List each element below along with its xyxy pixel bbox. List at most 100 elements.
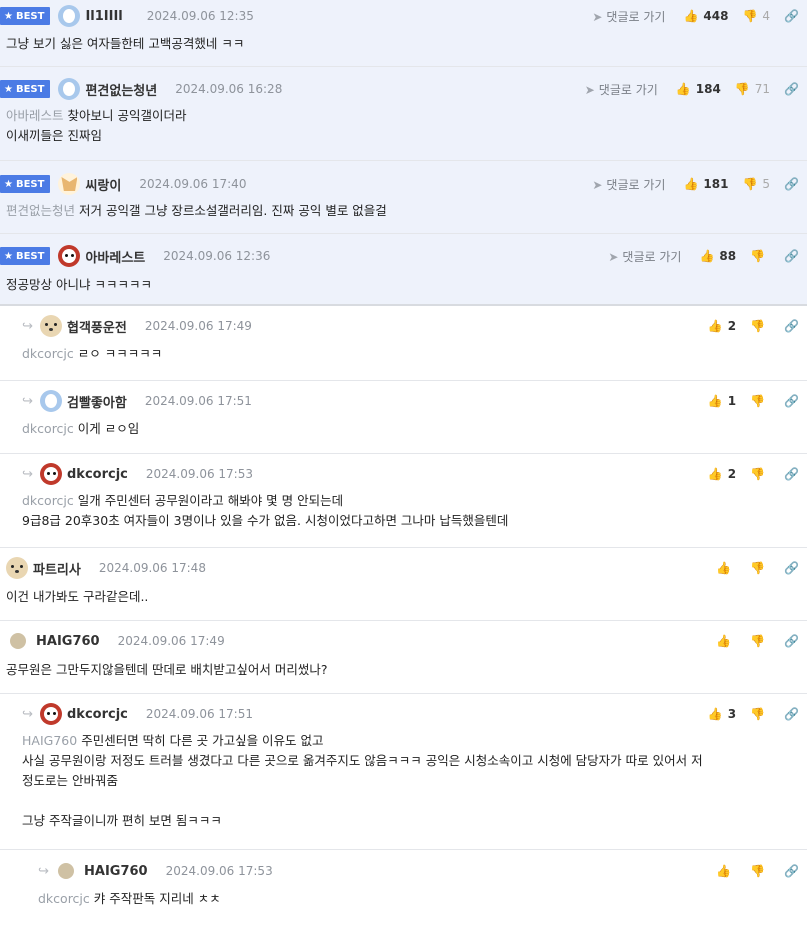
upvote-button[interactable]: 👍 xyxy=(716,864,736,878)
upvote-button[interactable]: 👍 3 xyxy=(708,707,736,721)
mention-link[interactable]: HAIG760 xyxy=(22,733,77,748)
avatar[interactable] xyxy=(58,78,81,100)
goto-comment-link[interactable]: ➤ 댓글로 가기 xyxy=(592,8,665,25)
link-icon[interactable]: 🔗 xyxy=(784,707,799,721)
goto-comment-link[interactable]: ➤ 댓글로 가기 xyxy=(608,248,681,265)
comment-body: dkcorcjc 이게 ㄹㅇ임 xyxy=(22,419,807,439)
mention-link[interactable]: 아바레스트 xyxy=(6,108,64,123)
thumbs-up-icon: 👍 xyxy=(675,82,691,96)
downvote-button[interactable]: 👎 xyxy=(750,394,770,408)
upvote-button[interactable]: 👍 2 xyxy=(708,319,736,333)
mention-link[interactable]: dkcorcjc xyxy=(22,493,74,508)
upvote-button[interactable]: 👍 xyxy=(716,634,736,648)
avatar[interactable] xyxy=(40,463,62,485)
comment-text: 편견없는청년 저거 공익갤 그냥 장르소설갤러리임. 진짜 공익 별로 없을걸 xyxy=(6,201,789,221)
downvote-button[interactable]: 👎 xyxy=(750,319,770,333)
downvote-count: 4 xyxy=(762,9,771,23)
downvote-button[interactable]: 👎 xyxy=(750,634,770,648)
upvote-button[interactable]: 👍 448 xyxy=(683,9,728,23)
mention-link[interactable]: dkcorcjc xyxy=(22,421,74,436)
link-icon[interactable]: 🔗 xyxy=(784,249,799,263)
avatar[interactable] xyxy=(58,5,81,27)
comment-text-line: 9급8급 20후30초 여자들이 3명이나 있을 수가 없음. 시청이었다고하면… xyxy=(22,513,509,528)
downvote-button[interactable]: 👎 xyxy=(750,467,770,481)
downvote-button[interactable]: 👎 xyxy=(750,864,770,878)
upvote-count: 448 xyxy=(703,9,729,23)
comment-actions: 👍 2 👎 🔗 xyxy=(708,467,799,481)
downvote-button[interactable]: 👎 4 xyxy=(742,9,770,23)
upvote-button[interactable]: 👍 184 xyxy=(676,82,721,96)
avatar[interactable] xyxy=(6,557,28,579)
author-nickname[interactable]: HAIG760 xyxy=(84,864,148,879)
author-nickname[interactable]: 편견없는청년 xyxy=(85,80,157,99)
mention-link[interactable]: 편견없는청년 xyxy=(6,203,75,218)
link-icon[interactable]: 🔗 xyxy=(784,561,799,575)
author-nickname[interactable]: 씨랑이 xyxy=(85,175,121,194)
author-nickname[interactable]: Il1IIIl xyxy=(85,9,122,24)
author-nickname[interactable]: 아바레스트 xyxy=(85,247,145,266)
goto-comment-link[interactable]: ➤ 댓글로 가기 xyxy=(585,81,658,98)
thumbs-down-icon: 👎 xyxy=(750,319,766,333)
upvote-button[interactable]: 👍 181 xyxy=(683,177,728,191)
send-arrow-icon: ➤ xyxy=(592,9,603,24)
avatar[interactable] xyxy=(10,633,26,649)
comment-header: ↪ 검빨좋아함 2024.09.06 17:51 👍 1 👎 🔗 xyxy=(22,390,807,412)
downvote-button[interactable]: 👎 xyxy=(750,561,770,575)
best-label: BEST xyxy=(15,250,45,262)
mention-link[interactable]: dkcorcjc xyxy=(38,891,90,906)
upvote-button[interactable]: 👍 2 xyxy=(708,467,736,481)
author-nickname[interactable]: HAIG760 xyxy=(36,634,100,649)
comment-actions: 👍 3 👎 🔗 xyxy=(708,707,799,721)
avatar[interactable] xyxy=(58,863,74,879)
send-arrow-icon: ➤ xyxy=(608,249,619,264)
comment-header: ↪ dkcorcjc 2024.09.06 17:51 👍 3 👎 🔗 xyxy=(22,703,807,725)
comment-actions: ➤ 댓글로 가기 👍 448 👎 4 🔗 xyxy=(592,8,799,25)
author-nickname[interactable]: 협객풍운전 xyxy=(67,317,127,336)
thumbs-down-icon: 👎 xyxy=(734,82,750,96)
downvote-button[interactable]: 👎 71 xyxy=(735,82,770,96)
comment-text-line: 일개 주민센터 공무원이라고 해봐야 몇 명 안되는데 xyxy=(77,493,344,508)
upvote-button[interactable]: 👍 88 xyxy=(699,249,736,263)
thumbs-down-icon: 👎 xyxy=(750,467,766,481)
link-icon[interactable]: 🔗 xyxy=(784,467,799,481)
comment-item: ↪ 검빨좋아함 2024.09.06 17:51 👍 1 👎 🔗 dkcorcjc… xyxy=(0,381,807,454)
author-nickname[interactable]: dkcorcjc xyxy=(67,467,128,482)
avatar[interactable] xyxy=(40,390,62,412)
downvote-button[interactable]: 👎 5 xyxy=(742,177,770,191)
avatar[interactable] xyxy=(58,173,81,195)
link-icon[interactable]: 🔗 xyxy=(784,177,799,191)
avatar[interactable] xyxy=(40,315,62,337)
upvote-button[interactable]: 👍 xyxy=(716,561,736,575)
avatar[interactable] xyxy=(40,703,62,725)
comment-text: dkcorcjc ㄹㅇ ㅋㅋㅋㅋㅋ xyxy=(22,344,789,364)
link-icon[interactable]: 🔗 xyxy=(784,394,799,408)
goto-comment-link[interactable]: ➤ 댓글로 가기 xyxy=(592,176,665,193)
comment-item: ↪ dkcorcjc 2024.09.06 17:53 👍 2 👎 🔗 dkcor… xyxy=(0,454,807,548)
comment-item: ↪ dkcorcjc 2024.09.06 17:51 👍 3 👎 🔗 HAIG7… xyxy=(0,694,807,850)
comment-header: HAIG760 2024.09.06 17:49 👍 👎 🔗 xyxy=(8,630,807,652)
star-icon: ★ xyxy=(4,83,13,95)
author-nickname[interactable]: 검빨좋아함 xyxy=(67,392,127,411)
author-nickname[interactable]: dkcorcjc xyxy=(67,707,128,722)
comment-text-line: ㄹㅇ ㅋㅋㅋㅋㅋ xyxy=(77,346,163,361)
thumbs-down-icon: 👎 xyxy=(750,561,766,575)
comment-text-line xyxy=(22,791,789,811)
link-icon[interactable]: 🔗 xyxy=(784,82,799,96)
comment-text: dkcorcjc 이게 ㄹㅇ임 xyxy=(22,419,789,439)
comment-actions: 👍 2 👎 🔗 xyxy=(708,319,799,333)
goto-label: 댓글로 가기 xyxy=(606,177,666,192)
link-icon[interactable]: 🔗 xyxy=(784,9,799,23)
upvote-button[interactable]: 👍 1 xyxy=(708,394,736,408)
mention-link[interactable]: dkcorcjc xyxy=(22,346,74,361)
goto-label: 댓글로 가기 xyxy=(606,9,666,24)
link-icon[interactable]: 🔗 xyxy=(784,864,799,878)
link-icon[interactable]: 🔗 xyxy=(784,634,799,648)
downvote-button[interactable]: 👎 xyxy=(750,707,770,721)
avatar[interactable] xyxy=(58,245,81,267)
comment-date: 2024.09.06 12:36 xyxy=(163,249,271,263)
star-icon: ★ xyxy=(4,178,13,190)
downvote-button[interactable]: 👎 xyxy=(750,249,770,263)
link-icon[interactable]: 🔗 xyxy=(784,319,799,333)
author-nickname[interactable]: 파트리사 xyxy=(33,559,81,578)
comment-header: ★ BEST Il1IIIl 2024.09.06 12:35 ➤ 댓글로 가기 👍… xyxy=(0,5,807,27)
